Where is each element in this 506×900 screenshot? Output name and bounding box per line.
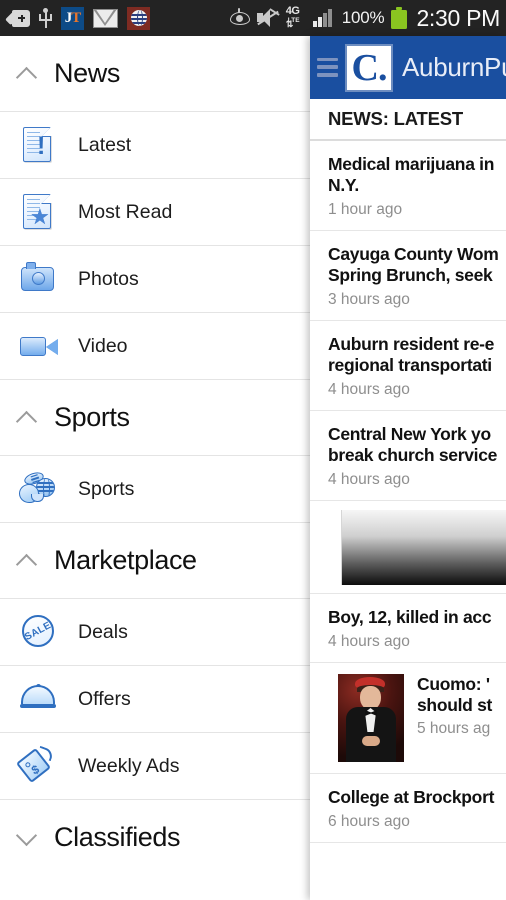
content-section-label: NEWS: LATEST xyxy=(310,99,506,141)
mute-icon xyxy=(256,8,280,27)
sidebar-item-label: Deals xyxy=(78,620,128,643)
sidebar-item-label: Sports xyxy=(78,477,135,500)
app-bar: C. AuburnPub xyxy=(310,36,506,99)
article-item[interactable]: Cayuga County Wom Spring Brunch, seek 3 … xyxy=(310,231,506,321)
document-star-icon: ★ xyxy=(18,192,58,232)
back-plus-icon xyxy=(5,9,30,27)
jt-app-icon: JT xyxy=(61,6,84,30)
sidebar-section-sports[interactable]: Sports xyxy=(0,380,310,455)
sidebar-item-label: Latest xyxy=(78,133,132,156)
video-camera-icon xyxy=(18,326,58,366)
article-item[interactable]: Cuomo: ' should st 5 hours ag xyxy=(310,663,506,774)
sidebar-item-weekly-ads[interactable]: $ Weekly Ads xyxy=(0,732,310,799)
article-headline: Central New York yo break church service xyxy=(328,424,498,465)
4g-lte-icon: 4G LTE ⇅ xyxy=(285,5,300,29)
app-title: AuburnPub xyxy=(402,52,506,82)
sidebar-section-news[interactable]: News xyxy=(0,36,310,111)
logo-letter: C. xyxy=(351,46,388,89)
sidebar-item-deals[interactable]: SALE Deals xyxy=(0,598,310,665)
status-bar: JT 4G LTE ⇅ 100% 2:30 PM xyxy=(0,0,506,36)
sidebar-item-sports[interactable]: Sports xyxy=(0,455,310,522)
gradient-ad-banner[interactable] xyxy=(341,510,506,585)
article-item[interactable]: Boy, 12, killed in acc 4 hours ago xyxy=(310,594,506,663)
sidebar-item-latest[interactable]: ! Latest xyxy=(0,111,310,178)
sidebar-item-photos[interactable]: Photos xyxy=(0,245,310,312)
sidebar-item-label: Video xyxy=(78,334,128,357)
article-headline: College at Brockport xyxy=(328,787,495,807)
camera-icon xyxy=(18,259,58,299)
article-item[interactable]: Medical marijuana in N.Y. 1 hour ago xyxy=(310,141,506,231)
citizen-logo: C. xyxy=(345,43,393,92)
jt-icon-letter-t: T xyxy=(71,9,81,26)
sidebar-item-label: Most Read xyxy=(78,200,173,223)
battery-icon xyxy=(391,7,408,29)
cloche-dome-icon xyxy=(18,679,58,719)
article-item[interactable]: Central New York yo break church service… xyxy=(310,411,506,501)
section-title-classifieds: Classifieds xyxy=(54,822,181,852)
usb-icon xyxy=(39,8,52,28)
sidebar-section-classifieds[interactable]: Classifieds xyxy=(0,800,310,875)
navigation-drawer: News ! Latest ★ Most Read Photos Video S… xyxy=(0,36,310,900)
status-bar-right-icons: 4G LTE ⇅ 100% 2:30 PM xyxy=(229,4,500,32)
content-panel: C. AuburnPub NEWS: LATEST Medical mariju… xyxy=(310,36,506,900)
chevron-up-icon[interactable] xyxy=(14,405,40,431)
sports-balls-icon xyxy=(18,469,58,509)
article-timestamp: 1 hour ago xyxy=(328,201,403,218)
article-timestamp: 4 hours ago xyxy=(328,381,410,398)
sidebar-item-label: Photos xyxy=(78,267,139,290)
chevron-down-icon[interactable] xyxy=(14,825,40,851)
gmail-icon xyxy=(93,8,118,28)
section-title-news: News xyxy=(54,58,120,88)
sidebar-section-marketplace[interactable]: Marketplace xyxy=(0,523,310,598)
chevron-up-icon[interactable] xyxy=(14,61,40,87)
section-title-sports: Sports xyxy=(54,402,130,432)
article-headline: Medical marijuana in N.Y. xyxy=(328,154,495,195)
sidebar-item-most-read[interactable]: ★ Most Read xyxy=(0,178,310,245)
globe-app-icon xyxy=(127,6,150,30)
article-headline: Auburn resident re-e regional transporta… xyxy=(328,334,495,375)
sidebar-item-label: Offers xyxy=(78,687,131,710)
article-timestamp: 4 hours ago xyxy=(328,633,410,650)
clock-label: 2:30 PM xyxy=(416,4,500,31)
ad-slot[interactable] xyxy=(310,501,506,594)
sale-badge-icon: SALE xyxy=(18,612,58,652)
sidebar-item-label: Weekly Ads xyxy=(78,754,180,777)
battery-percent-label: 100% xyxy=(341,8,385,27)
article-headline: Cuomo: ' should st xyxy=(417,674,493,715)
article-headline: Cayuga County Wom Spring Brunch, seek xyxy=(328,244,499,285)
article-timestamp: 5 hours ag xyxy=(417,720,491,737)
chevron-up-icon[interactable] xyxy=(14,548,40,574)
status-bar-left-icons: JT xyxy=(5,6,150,30)
section-title-marketplace: Marketplace xyxy=(54,545,197,575)
sidebar-item-offers[interactable]: Offers xyxy=(0,665,310,732)
article-timestamp: 3 hours ago xyxy=(328,291,410,308)
article-headline: Boy, 12, killed in acc xyxy=(328,607,492,627)
article-item[interactable]: Auburn resident re-e regional transporta… xyxy=(310,321,506,411)
article-timestamp: 4 hours ago xyxy=(328,471,410,488)
article-item[interactable]: College at Brockport 6 hours ago xyxy=(310,774,506,843)
price-tag-icon: $ xyxy=(15,745,58,786)
document-alert-icon: ! xyxy=(18,125,58,165)
hamburger-menu-icon[interactable] xyxy=(317,57,338,78)
eye-icon xyxy=(229,7,250,25)
network-type-label: 4G xyxy=(285,5,300,17)
sidebar-item-video[interactable]: Video xyxy=(0,312,310,379)
signal-icon xyxy=(312,9,335,27)
tuxedo-man-photo xyxy=(338,674,404,762)
article-timestamp: 6 hours ago xyxy=(328,813,410,830)
